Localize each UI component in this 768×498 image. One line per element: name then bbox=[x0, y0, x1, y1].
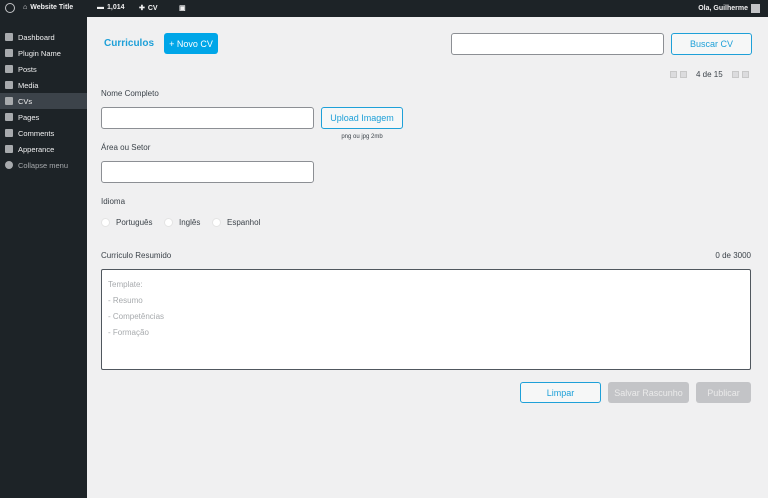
search-input[interactable] bbox=[451, 33, 664, 55]
sidebar-item-dashboard[interactable]: Dashboard bbox=[0, 29, 87, 45]
sidebar-item-posts[interactable]: Posts bbox=[0, 61, 87, 77]
language-label: Idioma bbox=[101, 197, 126, 206]
summary-char-count: 0 de 3000 bbox=[715, 251, 751, 260]
sidebar-item-label: Media bbox=[18, 80, 39, 90]
next-page-button[interactable] bbox=[731, 71, 739, 78]
sidebar-item-label: Pages bbox=[18, 112, 40, 122]
admin-bar: ⌂ Website Title ▬ 1,014 ✚ CV ▣ Ola, Guilher… bbox=[0, 0, 768, 17]
radio-button[interactable] bbox=[101, 218, 110, 227]
sidebar-item-apperance[interactable]: Apperance bbox=[0, 141, 87, 157]
name-label: Nome Completo bbox=[101, 89, 159, 98]
summary-label: Curriculo Resumido bbox=[101, 251, 172, 260]
summary-textarea[interactable]: Template: - Resumo - Competências - Form… bbox=[101, 269, 751, 370]
comment-icon: ▬ bbox=[97, 4, 104, 11]
site-title-link[interactable]: ⌂ Website Title bbox=[23, 4, 73, 11]
radio-ingles[interactable]: Inglês bbox=[164, 218, 200, 227]
sidebar-item-cvs[interactable]: CVs bbox=[0, 93, 87, 109]
page-indicator: 4 de 15 bbox=[696, 70, 723, 79]
search-button[interactable]: Buscar CV bbox=[671, 33, 752, 55]
page-title: Curriculos bbox=[104, 38, 155, 49]
collapse-icon bbox=[5, 161, 13, 169]
clear-button[interactable]: Limpar bbox=[520, 382, 601, 403]
sidebar-item-label: Comments bbox=[18, 128, 55, 138]
save-draft-button[interactable]: Salvar Rascunho bbox=[608, 382, 689, 403]
sidebar-item-label: Plugin Name bbox=[18, 48, 61, 58]
home-icon: ⌂ bbox=[23, 4, 28, 11]
new-cv-button[interactable]: + Novo CV bbox=[164, 33, 218, 54]
dashboard-icon bbox=[5, 33, 13, 41]
upload-hint: png ou jpg 2mb bbox=[341, 134, 383, 140]
radio-button[interactable] bbox=[212, 218, 221, 227]
comments-link[interactable]: ▬ 1,014 bbox=[97, 4, 125, 11]
comment-icon bbox=[5, 129, 13, 137]
sidebar-item-plugin-name[interactable]: Plugin Name bbox=[0, 45, 87, 61]
prev-page-button[interactable] bbox=[680, 71, 687, 78]
account-menu[interactable]: Ola, Guilherme bbox=[698, 4, 760, 13]
plugin-icon bbox=[5, 49, 13, 57]
sidebar-item-collapse-menu[interactable]: Collapse menu bbox=[0, 157, 87, 173]
yoast-icon[interactable]: ▣ bbox=[179, 4, 186, 12]
sidebar-item-label: CVs bbox=[18, 96, 33, 106]
sidebar-item-comments[interactable]: Comments bbox=[0, 125, 87, 141]
brush-icon bbox=[5, 145, 13, 153]
sidebar-item-media[interactable]: Media bbox=[0, 77, 87, 93]
avatar bbox=[751, 4, 760, 13]
plus-icon: ✚ bbox=[139, 5, 145, 12]
upload-image-button[interactable]: Upload Imagem bbox=[321, 107, 403, 129]
document-icon bbox=[5, 97, 13, 105]
radio-button[interactable] bbox=[164, 218, 173, 227]
radio-portugues[interactable]: Português bbox=[101, 218, 152, 227]
first-page-button[interactable] bbox=[670, 71, 677, 78]
pin-icon bbox=[5, 65, 13, 73]
sidebar-item-label: Posts bbox=[18, 64, 37, 74]
radio-espanhol[interactable]: Espanhol bbox=[212, 218, 260, 227]
sidebar: Dashboard Plugin Name Posts Media CVs Pages Co… bbox=[0, 17, 87, 498]
name-input[interactable] bbox=[101, 107, 314, 129]
sidebar-item-pages[interactable]: Pages bbox=[0, 109, 87, 125]
sidebar-item-label: Dashboard bbox=[18, 32, 55, 42]
sidebar-item-label: Apperance bbox=[18, 144, 55, 154]
wordpress-logo-icon[interactable] bbox=[5, 3, 15, 13]
sidebar-item-label: Collapse menu bbox=[18, 160, 69, 170]
media-icon bbox=[5, 81, 13, 89]
pagination: 4 de 15 bbox=[670, 70, 749, 79]
publish-button[interactable]: Publicar bbox=[696, 382, 751, 403]
area-label: Área ou Setor bbox=[101, 143, 151, 152]
page-icon bbox=[5, 113, 13, 121]
new-cv-link[interactable]: ✚ CV bbox=[139, 4, 158, 13]
area-input[interactable] bbox=[101, 161, 314, 183]
last-page-button[interactable] bbox=[741, 71, 749, 78]
